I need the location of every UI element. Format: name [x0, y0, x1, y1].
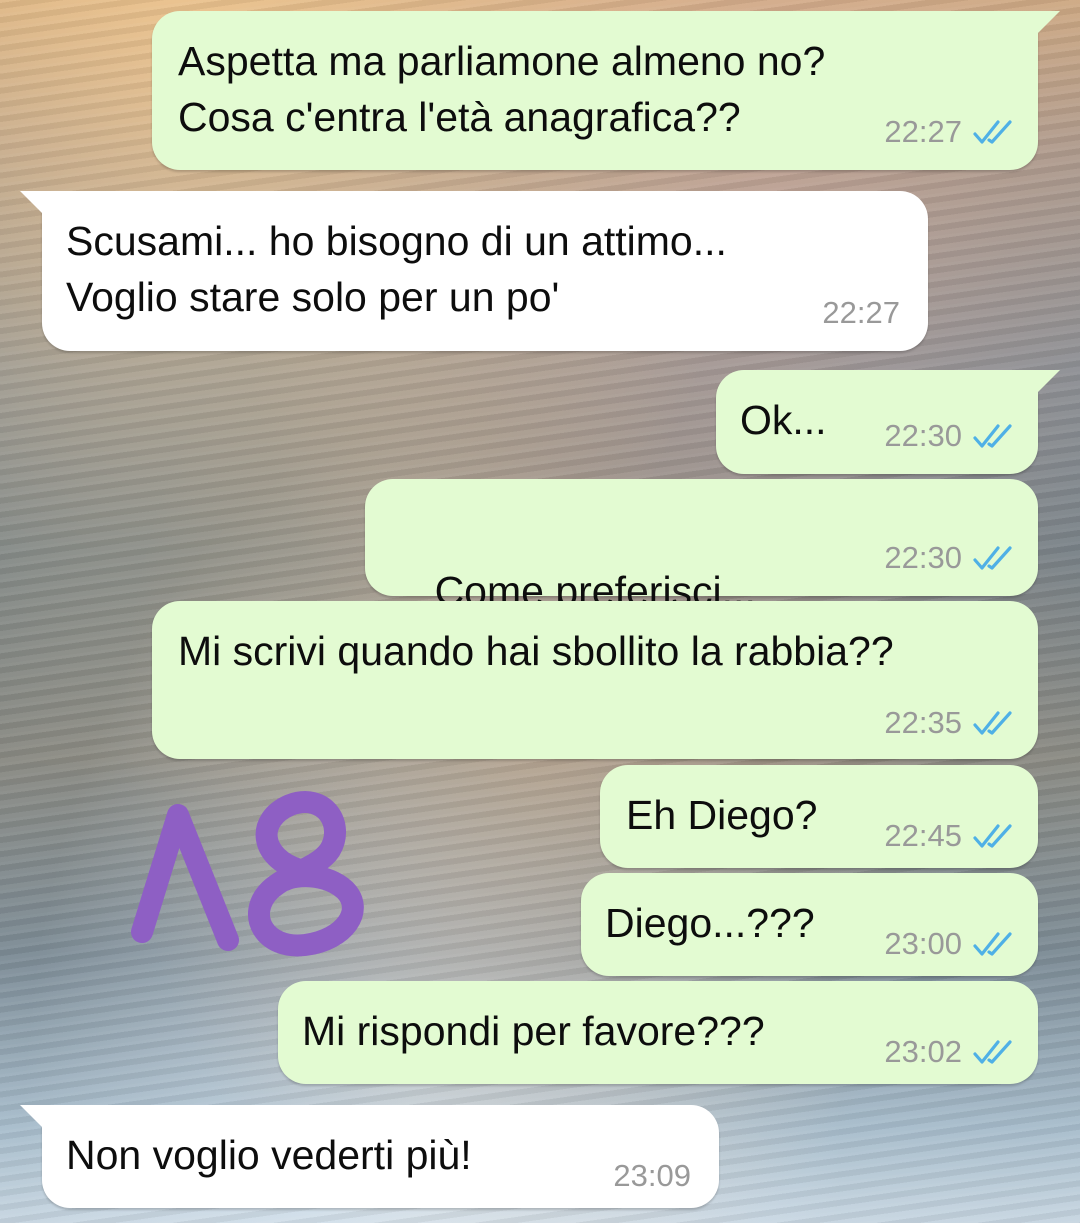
message-text: Diego...??? [605, 900, 815, 946]
message-meta: 22:27 [884, 114, 1016, 150]
double-check-read-icon [973, 546, 1012, 570]
message-bubble-outgoing[interactable]: Ok... 22:30 [716, 370, 1060, 474]
double-check-read-icon [973, 120, 1012, 144]
double-check-read-icon [973, 824, 1012, 848]
message-timestamp: 23:09 [613, 1158, 691, 1193]
message-meta: 22:45 [884, 818, 1016, 854]
message-bubble-outgoing[interactable]: Mi scrivi quando hai sbollito la rabbia?… [152, 601, 1038, 759]
message-meta: 23:00 [884, 926, 1016, 962]
message-bubble-incoming[interactable]: Non voglio vederti più! 23:09 [20, 1105, 719, 1208]
double-check-read-icon [973, 932, 1012, 956]
message-text: Mi rispondi per favore??? [302, 1008, 765, 1054]
message-text: Ok... [740, 397, 827, 443]
message-timestamp: 22:30 [884, 418, 962, 453]
message-timestamp: 22:30 [884, 540, 962, 575]
message-timestamp: 22:27 [884, 114, 962, 149]
handwritten-18-scribble [131, 791, 364, 957]
message-meta: 23:02 [884, 1034, 1016, 1070]
message-text: Non voglio vederti più! [66, 1132, 472, 1178]
message-meta: 23:09 [613, 1158, 691, 1194]
message-timestamp: 22:45 [884, 818, 962, 853]
message-timestamp: 23:02 [884, 1034, 962, 1069]
message-text: Eh Diego? [626, 792, 818, 838]
message-text: Mi scrivi quando hai sbollito la rabbia?… [178, 628, 894, 674]
message-bubble-outgoing[interactable]: Aspetta ma parliamone almeno no? Cosa c'… [152, 11, 1060, 170]
message-bubble-outgoing[interactable]: Come preferisci... 22:30 [365, 479, 1038, 682]
message-meta: 22:27 [822, 295, 900, 331]
message-meta: 22:30 [884, 418, 1016, 454]
double-check-read-icon [973, 1040, 1012, 1064]
message-bubble-outgoing[interactable]: Diego...??? 23:00 [581, 873, 1038, 976]
double-check-read-icon [973, 711, 1012, 735]
message-meta: 22:30 [884, 540, 1016, 576]
message-meta: 22:35 [884, 705, 1016, 741]
message-text: Scusami... ho bisogno di un attimo... Vo… [66, 218, 727, 320]
message-bubble-outgoing[interactable]: Eh Diego? 22:45 [600, 765, 1038, 868]
message-timestamp: 23:00 [884, 926, 962, 961]
message-timestamp: 22:35 [884, 705, 962, 740]
message-bubble-outgoing[interactable]: Mi rispondi per favore??? 23:02 [278, 981, 1038, 1084]
message-bubble-incoming[interactable]: Scusami... ho bisogno di un attimo... Vo… [20, 191, 928, 351]
message-text: Aspetta ma parliamone almeno no? Cosa c'… [178, 38, 826, 140]
double-check-read-icon [973, 424, 1012, 448]
message-timestamp: 22:27 [822, 295, 900, 330]
